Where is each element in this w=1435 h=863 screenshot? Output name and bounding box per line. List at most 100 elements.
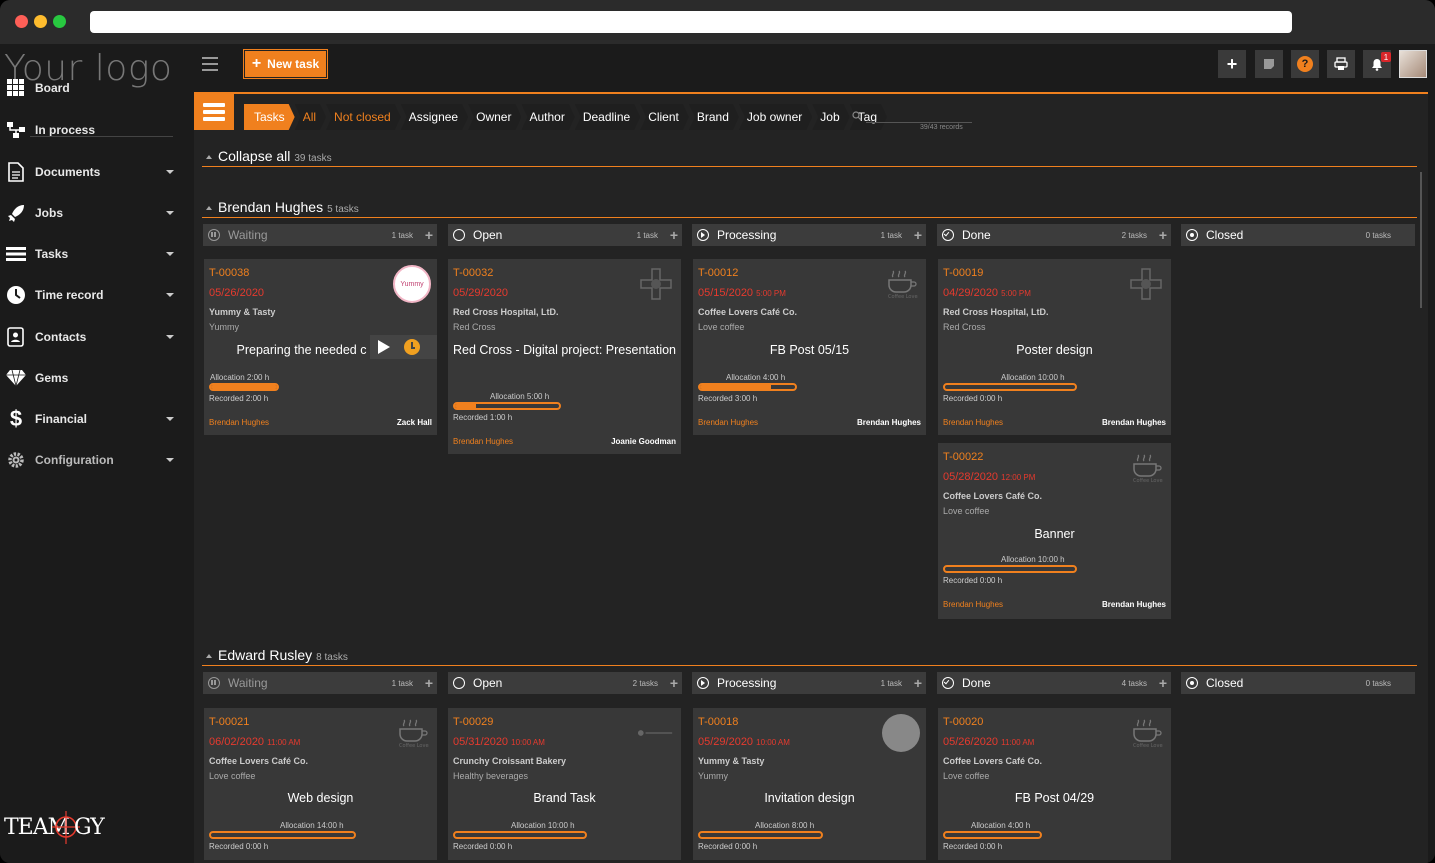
deadline-date: 06/02/2020 — [209, 736, 265, 748]
print-button[interactable] — [1327, 50, 1355, 78]
task-id[interactable]: T-00012 — [698, 267, 738, 279]
sidebar-item-board[interactable]: Board — [0, 70, 186, 106]
task-title[interactable]: Poster design — [938, 341, 1171, 360]
notes-button[interactable] — [1255, 50, 1283, 78]
sidebar-item-tasks[interactable]: Tasks — [0, 236, 186, 272]
sidebar-item-configuration[interactable]: Configuration — [0, 442, 186, 478]
filter-assignee[interactable]: Assignee — [401, 104, 468, 130]
client-name: Red Cross Hospital, LtD. — [453, 307, 559, 317]
task-card[interactable]: T-00012 05/15/2020 5:00 PM Coffee Lovers C… — [693, 259, 926, 435]
recorded-label: Recorded 0:00 h — [943, 394, 1003, 403]
time-progress-bar — [453, 831, 587, 839]
task-card[interactable]: T-00029 05/31/2020 10:00 AM Crunchy Croiss… — [448, 708, 681, 860]
assignee-name[interactable]: Brendan Hughes — [453, 437, 513, 446]
add-task-plus-icon[interactable]: + — [914, 675, 922, 691]
sidebar-item-documents[interactable]: Documents — [0, 154, 186, 190]
column-count: 4 tasks — [1121, 678, 1147, 688]
filter-author[interactable]: Author — [521, 104, 574, 130]
filter-client[interactable]: Client — [640, 104, 689, 130]
collapse-arrow-icon — [206, 206, 212, 211]
task-id[interactable]: T-00038 — [209, 267, 249, 279]
task-title[interactable]: Banner — [938, 525, 1171, 544]
task-card[interactable]: T-00019 04/29/2020 5:00 PM Red Cross Hospi… — [938, 259, 1171, 435]
add-button[interactable]: + — [1218, 50, 1246, 78]
task-card[interactable]: T-00032 05/29/2020 Red Cross Hospital, Lt… — [448, 259, 681, 454]
filter-job-owner[interactable]: Job owner — [739, 104, 812, 130]
task-id[interactable]: T-00021 — [209, 716, 249, 728]
task-id[interactable]: T-00022 — [943, 451, 983, 463]
list-view-toggle[interactable] — [194, 94, 234, 130]
task-title[interactable]: Web design — [204, 789, 437, 808]
sidebar-item-time-record[interactable]: Time record — [0, 277, 186, 313]
owner-name[interactable]: Joanie Goodman — [611, 437, 676, 446]
client-name: Yummy & Tasty — [209, 307, 276, 317]
task-title[interactable]: Red Cross - Digital project: Presentatio… — [448, 341, 681, 360]
new-task-button[interactable]: + New task — [243, 49, 328, 79]
task-title[interactable]: FB Post 05/15 — [693, 341, 926, 360]
add-task-plus-icon[interactable]: + — [425, 675, 433, 691]
group-header[interactable]: Brendan Hughes 5 tasks — [206, 199, 359, 215]
sidebar-item-gems[interactable]: Gems — [0, 360, 186, 396]
task-id[interactable]: T-00018 — [698, 716, 738, 728]
time-progress-bar — [943, 565, 1077, 573]
owner-name[interactable]: Brendan Hughes — [857, 418, 921, 427]
task-title[interactable]: FB Post 04/29 — [938, 789, 1171, 808]
owner-name[interactable]: Zack Hall — [397, 418, 432, 427]
task-id[interactable]: T-00029 — [453, 716, 493, 728]
task-card[interactable]: T-00020 05/26/2020 11:00 AM Coffee Lovers … — [938, 708, 1171, 860]
task-id[interactable]: T-00020 — [943, 716, 983, 728]
task-card[interactable]: T-00021 06/02/2020 11:00 AM Coffee Lovers … — [204, 708, 437, 860]
task-deadline: 04/29/2020 5:00 PM — [943, 287, 1031, 299]
filter-job[interactable]: Job — [812, 104, 849, 130]
hamburger-menu-icon[interactable] — [202, 57, 218, 71]
waiting-status-icon — [208, 229, 220, 241]
clock-icon[interactable] — [404, 339, 420, 355]
sidebar-item-financial[interactable]: $ Financial — [0, 401, 186, 437]
task-id[interactable]: T-00019 — [943, 267, 983, 279]
owner-name[interactable]: Brendan Hughes — [1102, 418, 1166, 427]
add-task-plus-icon[interactable]: + — [1159, 675, 1167, 691]
user-avatar[interactable] — [1399, 50, 1427, 78]
deadline-time: 11:00 AM — [1001, 738, 1035, 747]
owner-name[interactable]: Brendan Hughes — [1102, 600, 1166, 609]
assignee-name[interactable]: Brendan Hughes — [698, 418, 758, 427]
sidebar-item-contacts[interactable]: Contacts — [0, 319, 186, 355]
add-task-plus-icon[interactable]: + — [670, 675, 678, 691]
maximize-window-button[interactable] — [53, 15, 66, 28]
filter-tasks[interactable]: Tasks — [244, 104, 295, 130]
filter-brand[interactable]: Brand — [689, 104, 739, 130]
column-header-open: Open 1 task + — [448, 224, 682, 246]
task-id[interactable]: T-00032 — [453, 267, 493, 279]
deadline-date: 05/28/2020 — [943, 471, 999, 483]
vertical-scrollbar[interactable] — [1420, 172, 1422, 308]
task-title[interactable]: Invitation design — [693, 789, 926, 808]
time-progress-bar — [209, 831, 356, 839]
add-task-plus-icon[interactable]: + — [1159, 227, 1167, 243]
help-button[interactable]: ? — [1291, 50, 1319, 78]
task-card[interactable]: T-00022 05/28/2020 12:00 PM Coffee Lovers … — [938, 443, 1171, 619]
task-title[interactable]: Preparing the needed c — [204, 341, 369, 360]
close-window-button[interactable] — [15, 15, 28, 28]
task-card[interactable]: T-00038 05/26/2020 Yummy & Tasty Yummy Yumm… — [204, 259, 437, 435]
group-header[interactable]: Edward Rusley 8 tasks — [206, 647, 348, 663]
sidebar-item-jobs[interactable]: Jobs — [0, 195, 186, 231]
address-bar[interactable] — [90, 11, 1292, 33]
filter-all[interactable]: All — [295, 104, 326, 130]
play-icon[interactable] — [378, 340, 390, 354]
assignee-name[interactable]: Brendan Hughes — [943, 418, 1003, 427]
task-title[interactable]: Brand Task — [448, 789, 681, 808]
assignee-name[interactable]: Brendan Hughes — [943, 600, 1003, 609]
filter-not-closed[interactable]: Not closed — [326, 104, 401, 130]
yummy-brand-logo: Yummy — [393, 265, 431, 303]
sidebar-item-in-process[interactable]: In process — [0, 112, 186, 148]
minimize-window-button[interactable] — [34, 15, 47, 28]
task-card[interactable]: T-00018 05/29/2020 10:00 AM Yummy & Tasty Y… — [693, 708, 926, 860]
assignee-name[interactable]: Brendan Hughes — [209, 418, 269, 427]
filter-deadline[interactable]: Deadline — [575, 104, 640, 130]
filter-owner[interactable]: Owner — [468, 104, 521, 130]
caret-down-icon — [166, 293, 174, 297]
add-task-plus-icon[interactable]: + — [670, 227, 678, 243]
add-task-plus-icon[interactable]: + — [914, 227, 922, 243]
collapse-all-toggle[interactable]: Collapse all 39 tasks — [206, 148, 332, 164]
add-task-plus-icon[interactable]: + — [425, 227, 433, 243]
